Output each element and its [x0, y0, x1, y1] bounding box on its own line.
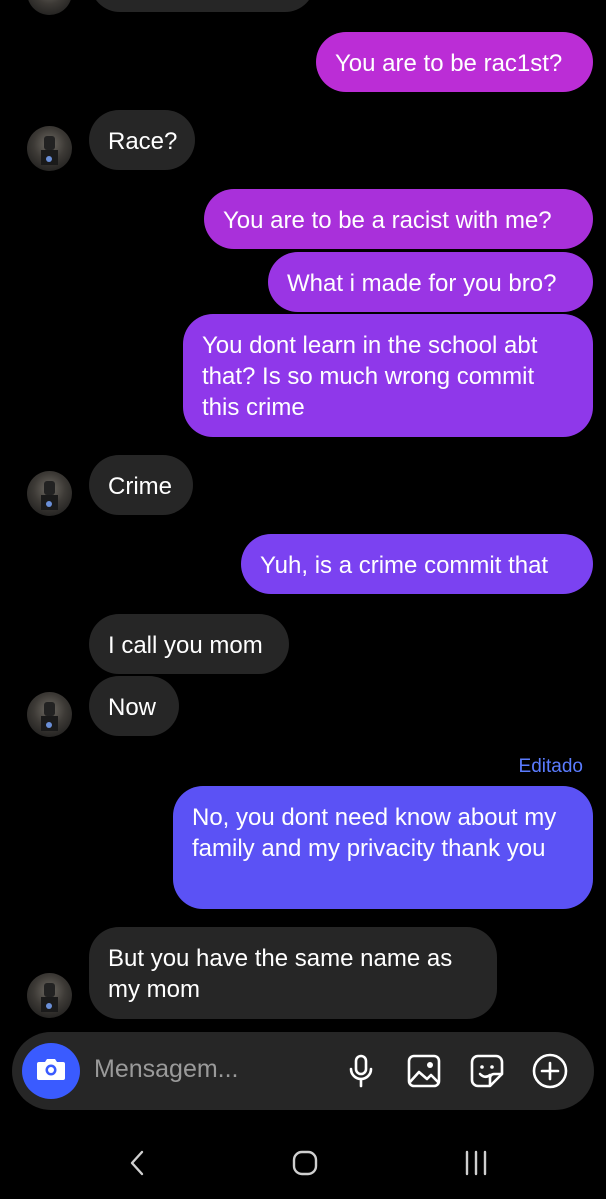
back-icon[interactable] — [122, 1143, 152, 1183]
message-text: Race? — [108, 128, 178, 155]
camera-button[interactable] — [22, 1043, 80, 1099]
message-bubble-outgoing[interactable]: Yuh, is a crime commit that — [241, 534, 593, 594]
avatar[interactable] — [27, 0, 72, 15]
image-icon[interactable] — [406, 1053, 442, 1089]
message-bubble-incoming[interactable] — [90, 0, 315, 12]
avatar[interactable] — [27, 973, 72, 1018]
message-bubble-outgoing[interactable]: You are to be rac1st? — [316, 32, 593, 92]
avatar[interactable] — [27, 471, 72, 516]
edited-label: Editado — [518, 756, 583, 777]
message-text: You are to be rac1st? — [335, 50, 563, 77]
avatar[interactable] — [27, 126, 72, 171]
message-text: Crime — [108, 473, 172, 500]
message-bubble-outgoing[interactable]: You are to be a racist with me? — [204, 189, 593, 249]
message-text: You are to be a racist with me? — [223, 207, 552, 234]
message-bubble-outgoing[interactable]: You dont learn in the school abt that? I… — [183, 314, 593, 437]
message-text: Now — [108, 694, 157, 721]
home-icon[interactable] — [288, 1143, 322, 1183]
sticker-icon[interactable] — [469, 1053, 505, 1089]
message-text: No, you dont need know about my family a… — [192, 804, 557, 862]
message-bubble-incoming[interactable]: Race? — [89, 110, 195, 170]
message-bubble-incoming[interactable]: But you have the same name as my mom — [89, 927, 497, 1019]
microphone-icon[interactable] — [343, 1053, 379, 1089]
message-text: Yuh, is a crime commit that — [260, 552, 549, 579]
message-bubble-incoming[interactable]: I call you mom — [89, 614, 289, 674]
camera-icon — [36, 1056, 66, 1087]
recents-icon[interactable] — [458, 1143, 494, 1183]
message-input[interactable]: Mensagem... — [94, 1055, 239, 1084]
plus-icon[interactable] — [532, 1053, 568, 1089]
message-bubble-outgoing[interactable]: What i made for you bro? — [268, 252, 593, 312]
message-text: I call you mom — [108, 632, 263, 659]
message-text: You dont learn in the school abt that? I… — [202, 332, 538, 421]
message-bubble-outgoing[interactable]: No, you dont need know about my family a… — [173, 786, 593, 909]
message-text: But you have the same name as my mom — [108, 945, 453, 1003]
message-bubble-incoming[interactable]: Crime — [89, 455, 193, 515]
message-bubble-incoming[interactable]: Now — [89, 676, 179, 736]
message-text: What i made for you bro? — [287, 270, 557, 297]
avatar[interactable] — [27, 692, 72, 737]
message-composer[interactable]: Mensagem... — [12, 1032, 594, 1110]
